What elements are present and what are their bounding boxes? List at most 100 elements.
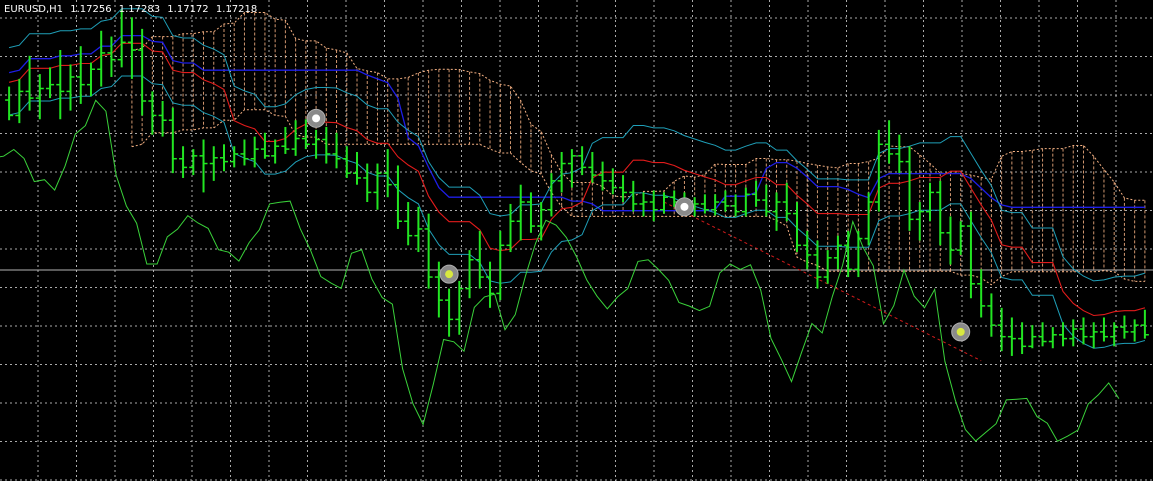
signal-markers	[306, 108, 971, 342]
symbol-timeframe: EURUSD,H1	[4, 4, 64, 15]
candle	[926, 182, 935, 222]
candle	[138, 28, 147, 116]
low-price: 1.17172	[167, 4, 209, 15]
candle	[127, 17, 136, 79]
candle	[486, 261, 495, 308]
candle	[1018, 322, 1027, 355]
candle	[1130, 319, 1139, 342]
candle	[1099, 317, 1108, 342]
candle	[342, 146, 351, 178]
candle	[946, 216, 955, 265]
candle	[15, 78, 24, 124]
candle	[1120, 315, 1129, 339]
candle	[721, 190, 730, 212]
candle	[956, 221, 965, 255]
candle	[5, 86, 14, 121]
candle	[741, 187, 750, 217]
trend-line	[663, 201, 982, 362]
candle	[66, 64, 75, 111]
candle	[977, 269, 986, 318]
candle	[393, 165, 402, 229]
candle	[353, 151, 362, 185]
signal-marker-core	[445, 270, 454, 279]
candle	[240, 139, 249, 166]
candle	[885, 120, 894, 164]
candle	[598, 161, 607, 191]
candle	[803, 230, 812, 270]
candle	[465, 250, 474, 299]
candle	[772, 192, 781, 231]
candlestick-chart[interactable]	[0, 0, 1153, 481]
candle	[332, 132, 341, 169]
candle	[1028, 325, 1037, 349]
candle	[158, 101, 167, 137]
candle	[219, 144, 228, 172]
candle	[230, 146, 239, 168]
candle	[322, 126, 331, 164]
candle	[97, 30, 106, 87]
candle	[1007, 317, 1016, 356]
indicator-lines	[0, 8, 1146, 442]
candle	[189, 149, 198, 176]
candle	[557, 151, 566, 193]
buy-signal-icon	[951, 322, 971, 342]
candle	[833, 235, 842, 270]
candle	[915, 202, 924, 241]
candle	[250, 136, 259, 168]
candle	[281, 126, 290, 154]
candle	[25, 55, 34, 111]
chart-window[interactable]: EURUSD,H1 1.17256 1.17283 1.17172 1.1721…	[0, 0, 1153, 481]
candle	[445, 288, 454, 337]
candle	[46, 67, 55, 99]
candle	[271, 139, 280, 164]
candle	[547, 173, 556, 217]
candle	[404, 202, 413, 246]
candle	[373, 163, 382, 210]
candle	[179, 146, 188, 178]
candle	[506, 203, 515, 253]
candle	[792, 202, 801, 253]
candle	[455, 280, 464, 335]
candle	[414, 206, 423, 253]
candle	[567, 149, 576, 188]
candle	[516, 184, 525, 241]
candle	[1048, 327, 1057, 349]
candle	[424, 213, 433, 289]
chart-header: EURUSD,H1 1.17256 1.17283 1.17172 1.1721…	[4, 4, 261, 15]
candle	[905, 146, 914, 231]
candle	[148, 91, 157, 135]
candle	[526, 192, 535, 233]
candle	[987, 293, 996, 337]
candle	[823, 250, 832, 284]
candle	[1140, 309, 1149, 339]
candle	[619, 175, 628, 203]
open-price: 1.17256	[70, 4, 112, 15]
candle	[260, 132, 269, 159]
candle	[291, 120, 300, 156]
buy-signal-icon	[439, 264, 459, 284]
signal-marker-core	[680, 202, 689, 211]
sell-signal-icon	[674, 197, 694, 217]
close-price: 1.17218	[215, 4, 258, 15]
ichimoku-cloud	[131, 12, 1146, 286]
candle	[168, 107, 177, 174]
candle	[864, 192, 873, 246]
senkou-span-b-line	[131, 109, 1145, 286]
candle	[588, 151, 597, 183]
candle	[895, 134, 904, 174]
candle	[1079, 317, 1088, 345]
high-price: 1.17283	[118, 4, 161, 15]
candle	[199, 139, 208, 193]
signal-marker-core	[312, 114, 321, 123]
candle	[997, 307, 1006, 352]
candle	[86, 62, 95, 97]
chikou-line	[0, 99, 1120, 442]
tenkan-line	[8, 42, 1146, 317]
candle	[209, 146, 218, 181]
candle	[475, 230, 484, 289]
candle	[639, 192, 648, 217]
signal-marker-core	[956, 327, 965, 336]
candle	[35, 74, 44, 120]
candle	[782, 182, 791, 222]
candle	[874, 129, 883, 212]
